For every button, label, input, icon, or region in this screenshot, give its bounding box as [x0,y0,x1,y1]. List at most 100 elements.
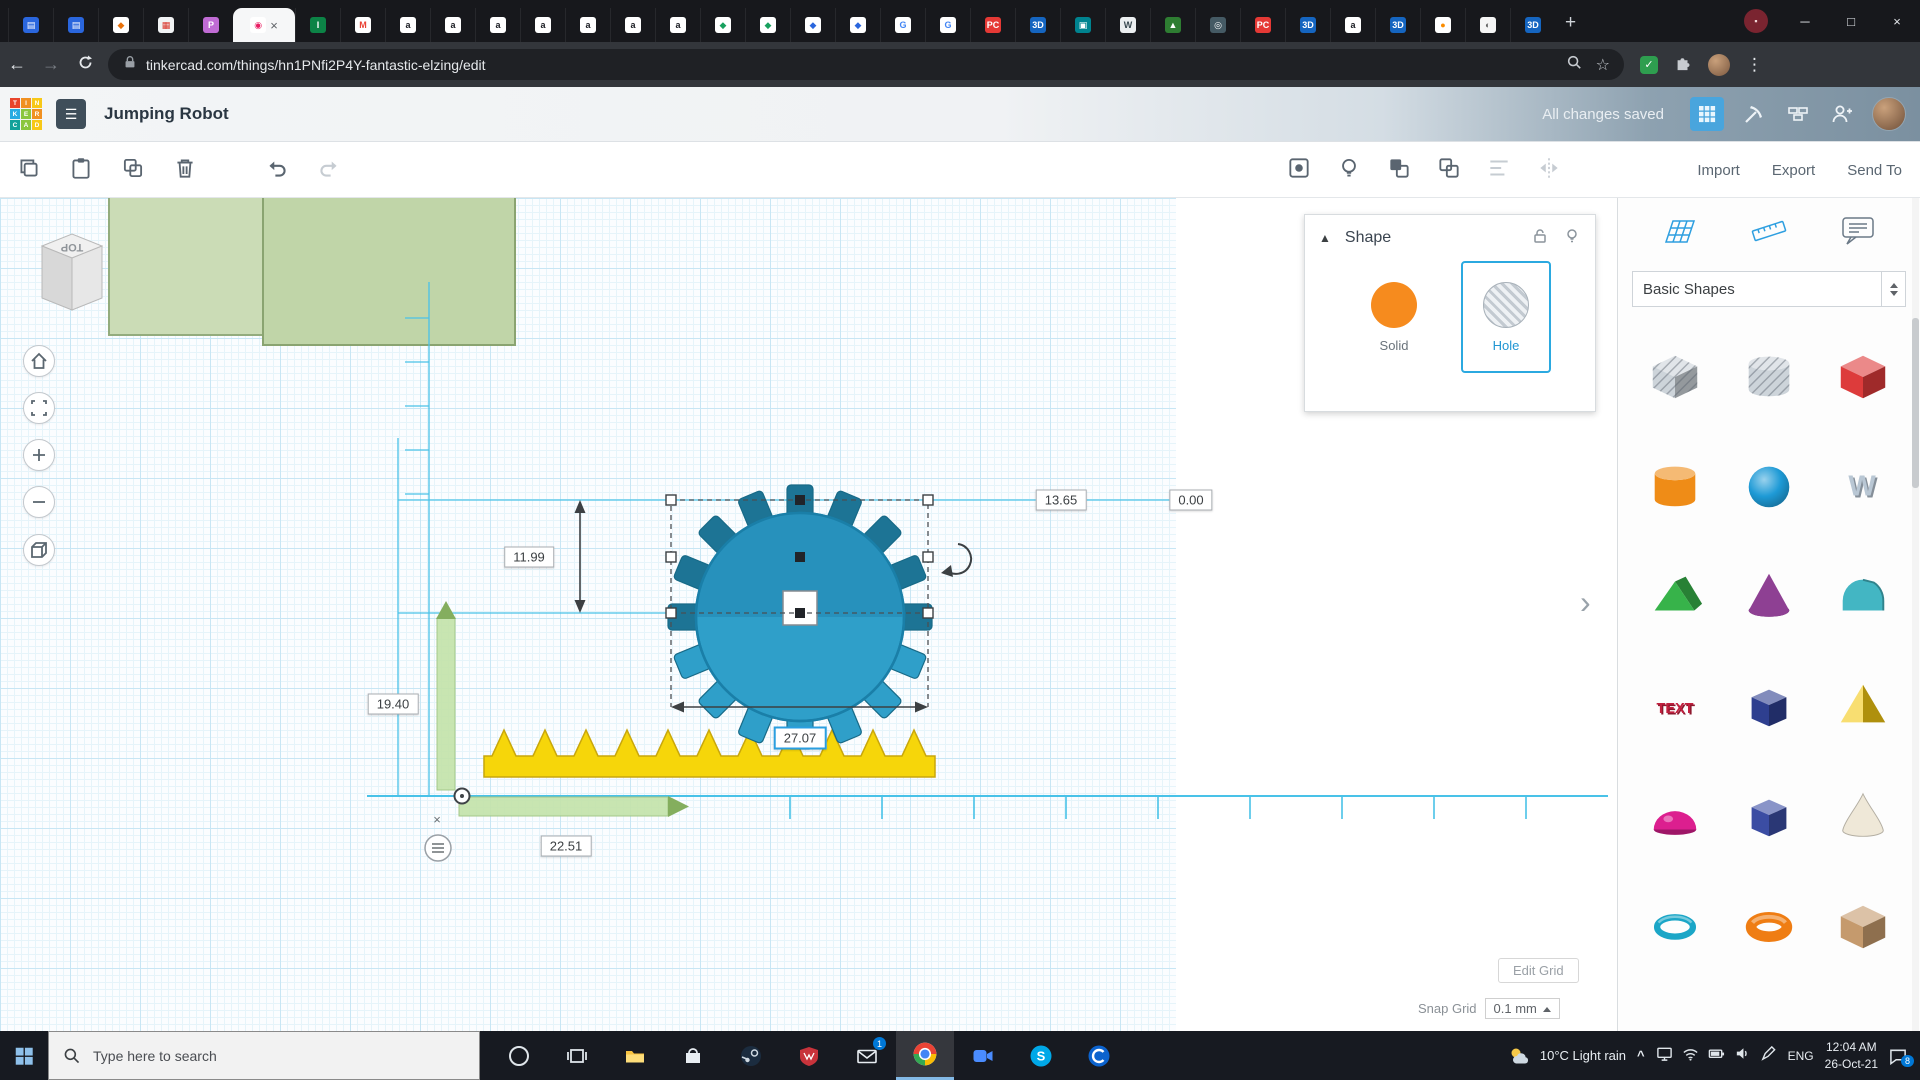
green-shape[interactable] [262,198,516,346]
ruler-tool-icon[interactable] [1749,214,1789,253]
window-maximize-button[interactable]: □ [1828,0,1874,42]
window-minimize-button[interactable]: ─ [1782,0,1828,42]
browser-tab[interactable]: 3D [1285,8,1330,42]
shape-category-dropdown[interactable]: Basic Shapes [1632,271,1906,307]
url-field[interactable]: tinkercad.com/things/hn1PNfi2P4Y-fantast… [108,49,1624,80]
shape-tile-box[interactable] [1816,871,1910,981]
taskbar-msi-icon[interactable] [780,1031,838,1080]
dashboard-grid-icon[interactable] [1690,97,1724,131]
paste-icon[interactable] [68,155,94,186]
mirror-icon[interactable] [1536,155,1562,186]
browser-tab[interactable]: a [430,8,475,42]
taskbar-search-input[interactable]: Type here to search [48,1031,480,1080]
browser-tab[interactable]: G [925,8,970,42]
extensions-puzzle-icon[interactable] [1674,53,1692,76]
shape-tile-polygon[interactable] [1722,761,1816,871]
back-button[interactable]: ← [0,54,34,75]
shape-tile-cone[interactable] [1722,541,1816,651]
browser-tab[interactable]: ▦ [143,8,188,42]
duplicate-icon[interactable] [120,155,146,186]
action-center-button[interactable]: 8 [1889,1047,1908,1065]
zoom-in-icon[interactable] [23,439,55,471]
browser-tab[interactable]: a [385,8,430,42]
show-all-bulb-icon[interactable] [1336,155,1362,186]
taskbar-zoom-icon[interactable] [954,1031,1012,1080]
adblock-extension-icon[interactable]: ✓ [1640,56,1658,74]
dim-zero[interactable]: 0.00 [1169,490,1212,511]
dropdown-stepper-icon[interactable] [1881,272,1905,306]
browser-tab[interactable]: 3D [1015,8,1060,42]
bricks-icon[interactable] [1784,100,1812,128]
browser-menu-icon[interactable]: ⋮ [1746,55,1763,75]
wifi-icon[interactable] [1682,1045,1699,1067]
send-to-button[interactable]: Send To [1847,162,1902,179]
browser-tab[interactable]: ◎ [1195,8,1240,42]
browser-tab[interactable]: a [610,8,655,42]
import-button[interactable]: Import [1697,162,1740,179]
taskbar-mail-icon[interactable]: 1 [838,1031,896,1080]
browser-tab[interactable]: PC [1240,8,1285,42]
notes-tool-icon[interactable] [1838,214,1878,253]
dim-ruler-h[interactable]: 22.51 [541,836,592,857]
browser-tab[interactable]: ▤ [53,8,98,42]
zoom-page-icon[interactable] [1566,54,1582,75]
weather-widget[interactable]: 10°C Light rain [1508,1046,1626,1066]
browser-tab[interactable]: W [1105,8,1150,42]
media-extension-icon[interactable]: ▪ [1744,9,1768,33]
panel-collapse-chevron[interactable]: › [1580,584,1591,621]
taskbar-chrome-icon[interactable] [896,1031,954,1080]
shape-tile-paraboloid[interactable] [1816,761,1910,871]
design-title[interactable]: Jumping Robot [104,104,229,124]
browser-tab[interactable]: a [475,8,520,42]
snap-grid-dropdown[interactable]: 0.1 mm [1485,998,1560,1019]
browser-tab[interactable]: ● [1420,8,1465,42]
browser-tab[interactable]: P [188,8,233,42]
user-avatar[interactable] [1872,97,1906,131]
browser-tab[interactable]: G [880,8,925,42]
workplane-grid[interactable] [0,198,1176,1031]
dim-ruler-v[interactable]: 19.40 [368,694,419,715]
taskbar-skype-icon[interactable]: S [1012,1031,1070,1080]
shape-tile-text3d[interactable]: TEXTTEXT [1628,651,1722,761]
shape-tile-scribble[interactable]: WW [1816,431,1910,541]
browser-tab[interactable]: ▲ [1150,8,1195,42]
shape-tile-halfsphere[interactable] [1628,761,1722,871]
panel-scrollbar[interactable] [1912,198,1919,1031]
browser-tab[interactable]: ◆ [98,8,143,42]
start-button[interactable] [0,1031,48,1080]
shape-tile-roundroof[interactable] [1816,541,1910,651]
group-icon[interactable] [1386,155,1412,186]
clock[interactable]: 12:04 AM 26-Oct-21 [1825,1039,1878,1071]
browser-tab[interactable]: M [340,8,385,42]
design-canvas[interactable]: TOP [0,198,1920,1031]
browser-tab[interactable]: ◆ [745,8,790,42]
language-indicator[interactable]: ENG [1788,1049,1814,1063]
shape-tile-box[interactable] [1628,321,1722,431]
taskbar-appc-icon[interactable] [1070,1031,1128,1080]
dim-width[interactable]: 27.07 [774,727,827,750]
shape-tile-polygon[interactable] [1722,651,1816,761]
undo-icon[interactable] [264,155,290,186]
fit-view-icon[interactable] [23,392,55,424]
edit-grid-button[interactable]: Edit Grid [1498,958,1579,983]
taskbar-folder-icon[interactable] [606,1031,664,1080]
shape-tile-torus[interactable] [1628,871,1722,981]
hidden-icons-chevron[interactable]: ^ [1637,1048,1645,1063]
browser-tab[interactable]: a [1330,8,1375,42]
volume-icon[interactable] [1734,1045,1751,1067]
display-icon[interactable] [1656,1045,1673,1067]
browser-tab[interactable]: ◆ [700,8,745,42]
shape-tile-pyramid[interactable] [1816,651,1910,761]
hole-option[interactable]: Hole [1461,261,1551,373]
taskbar-taskview-icon[interactable] [548,1031,606,1080]
reload-button[interactable] [68,54,102,76]
tinker-pickaxe-icon[interactable] [1740,100,1768,128]
browser-tab[interactable]: ▤ [8,8,53,42]
dim-height[interactable]: 11.99 [504,547,554,568]
front-view-icon[interactable] [23,534,55,566]
browser-tab[interactable]: a [565,8,610,42]
tab-close-icon[interactable]: × [270,19,278,32]
browser-tab[interactable]: I [295,8,340,42]
window-close-button[interactable]: × [1874,0,1920,42]
battery-icon[interactable] [1708,1045,1725,1067]
